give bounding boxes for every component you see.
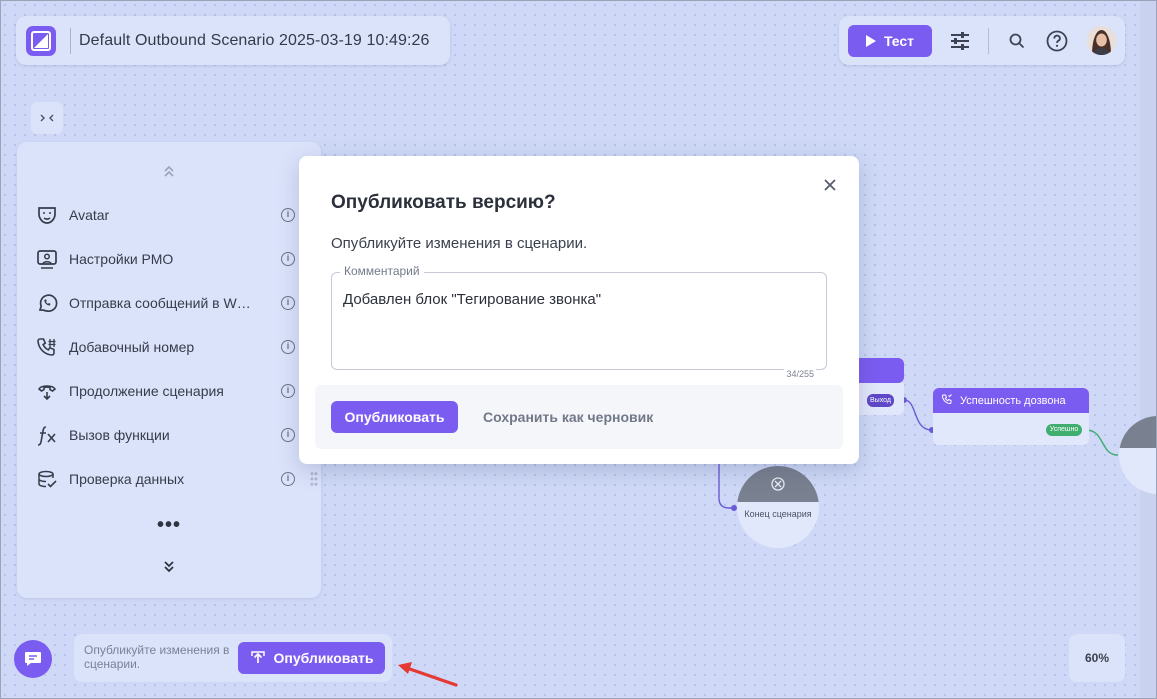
sidebar-item-label: Продолжение сценария <box>69 383 224 399</box>
play-icon <box>865 35 876 47</box>
annotation-arrow-icon <box>398 662 458 687</box>
info-icon[interactable]: i <box>281 296 295 310</box>
publish-bar: Опубликуйте изменения в сценарии. Опубли… <box>74 634 392 682</box>
sidebar-item-label: Вызов функции <box>69 427 170 443</box>
end-circle-icon <box>771 477 785 491</box>
settings-sliders-icon[interactable] <box>948 29 972 53</box>
info-icon[interactable]: i <box>281 252 295 266</box>
phone-check-icon <box>941 393 953 408</box>
operator-workstation-icon <box>35 247 59 271</box>
end-node-label: Конец сценария <box>744 509 812 519</box>
info-icon[interactable]: i <box>281 428 295 442</box>
scenario-title-card: Default Outbound Scenario 2025-03-19 10:… <box>16 16 450 65</box>
comment-label: Комментарий <box>340 264 424 278</box>
close-icon[interactable] <box>821 176 839 194</box>
dialog-description: Опубликуйте изменения в сценарии. <box>331 235 588 252</box>
char-counter: 34/255 <box>784 369 816 379</box>
collapse-arrows-icon <box>40 114 54 122</box>
data-check-icon <box>35 467 59 491</box>
search-icon[interactable] <box>1005 29 1029 53</box>
scenario-continue-icon <box>35 379 59 403</box>
zoom-level[interactable]: 60% <box>1069 634 1125 682</box>
scenario-title[interactable]: Default Outbound Scenario 2025-03-19 10:… <box>79 32 430 50</box>
sidebar-item-extension[interactable]: Добавочный номер i <box>35 332 318 362</box>
top-toolbar: Тест <box>839 16 1125 65</box>
sidebar-item-label: Добавочный номер <box>69 339 195 355</box>
chat-icon <box>25 652 41 666</box>
comment-field[interactable]: Комментарий Добавлен блок "Тегирование з… <box>331 264 827 379</box>
user-avatar[interactable] <box>1087 26 1116 55</box>
sidebar-item-scenario-continue[interactable]: Продолжение сценария i <box>35 376 318 406</box>
phone-extension-icon <box>35 335 59 359</box>
function-fx-icon <box>35 423 59 447</box>
sidebar-item-function-call[interactable]: Вызов функции i <box>35 420 318 450</box>
publish-bar-label: Опубликовать <box>273 650 374 666</box>
info-icon[interactable]: i <box>281 208 295 222</box>
more-blocks-button[interactable]: ••• <box>157 514 181 537</box>
whatsapp-icon <box>35 291 59 315</box>
drag-handle-icon[interactable] <box>310 471 318 487</box>
upload-icon <box>250 651 265 663</box>
scroll-up-icon[interactable] <box>160 162 178 180</box>
sidebar-item-label: Настройки РМО <box>69 251 174 267</box>
title-divider <box>70 27 71 54</box>
sidebar-item-rmo-settings[interactable]: Настройки РМО i <box>35 244 318 274</box>
publish-button[interactable]: Опубликовать <box>331 401 458 433</box>
publish-hint: Опубликуйте изменения в сценарии. <box>84 643 230 671</box>
dialog-title: Опубликовать версию? <box>331 192 556 213</box>
end-scenario-node[interactable]: Конец сценария <box>737 466 819 548</box>
exit-tag: Выход <box>867 394 894 407</box>
publish-bar-button[interactable]: Опубликовать <box>238 642 385 674</box>
avatar-mask-icon <box>35 203 59 227</box>
info-icon[interactable]: i <box>281 472 295 486</box>
app-logo-icon[interactable] <box>26 25 56 56</box>
sidebar-item-whatsapp[interactable]: Отправка сообщений в WhatsApp i <box>35 288 318 318</box>
sidebar-item-label: Проверка данных <box>69 471 185 487</box>
test-button[interactable]: Тест <box>848 25 932 57</box>
sidebar-item-avatar[interactable]: Avatar i <box>35 200 318 230</box>
dial-success-node[interactable]: Успешность дозвона <box>933 388 1089 445</box>
blocks-sidebar: Avatar i Настройки РМО i Отправка сообще… <box>17 142 321 598</box>
dialog-footer: Опубликовать Сохранить как черновик <box>315 385 843 449</box>
comment-value[interactable]: Добавлен блок "Тегирование звонка" <box>343 291 601 308</box>
scroll-down-icon[interactable] <box>160 558 178 576</box>
save-draft-button[interactable]: Сохранить как черновик <box>483 401 653 433</box>
dial-node-title: Успешность дозвона <box>960 394 1066 407</box>
collapse-panel-button[interactable] <box>31 102 63 134</box>
chat-button[interactable] <box>14 640 52 678</box>
sidebar-item-label: Avatar <box>69 207 110 223</box>
publish-version-dialog: Опубликовать версию? Опубликуйте изменен… <box>299 156 859 464</box>
test-button-label: Тест <box>883 33 915 49</box>
success-tag: Успешно <box>1046 424 1082 436</box>
info-icon[interactable]: i <box>281 384 295 398</box>
help-icon[interactable] <box>1045 29 1069 53</box>
sidebar-item-data-check[interactable]: Проверка данных i <box>35 464 318 494</box>
toolbar-divider <box>988 28 989 54</box>
sidebar-item-label: Отправка сообщений в WhatsApp <box>69 295 255 311</box>
info-icon[interactable]: i <box>281 340 295 354</box>
